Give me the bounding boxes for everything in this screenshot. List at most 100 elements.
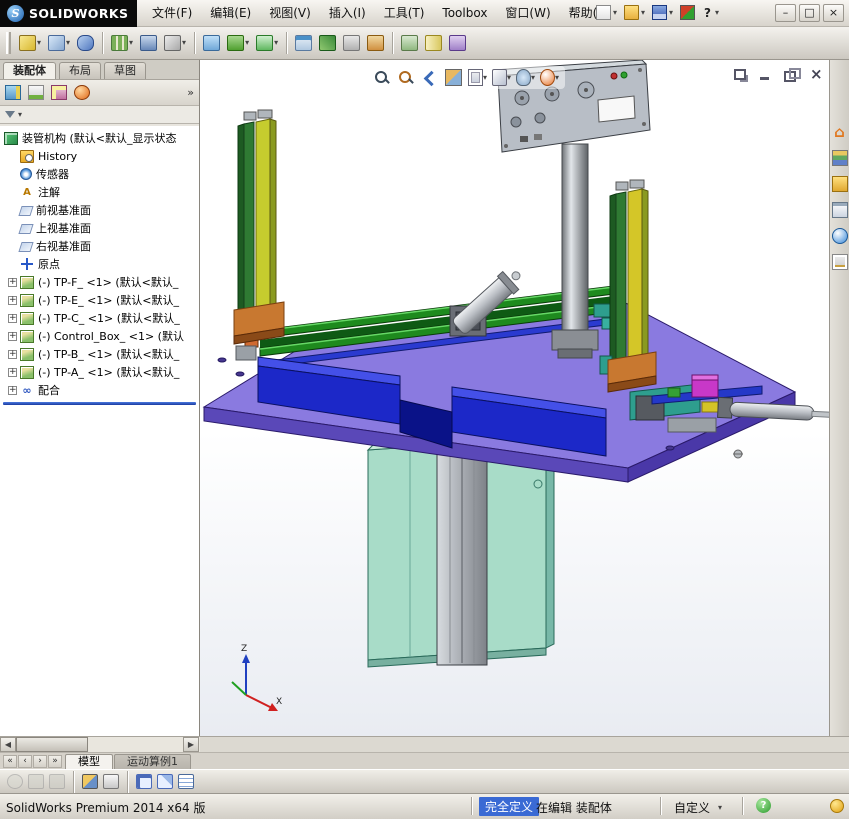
clearance-verification-button[interactable]: [399, 33, 420, 53]
first-tab-button[interactable]: «: [3, 755, 17, 768]
edit-component-button[interactable]: ▾: [17, 33, 43, 53]
mate-button[interactable]: [75, 33, 96, 53]
menu-edit[interactable]: 编辑(E): [201, 0, 260, 26]
evaluate-table-icon[interactable]: [178, 774, 194, 789]
bill-of-materials-button[interactable]: [293, 33, 314, 53]
scrollbar-thumb[interactable]: [16, 737, 88, 752]
tab-sketch[interactable]: 草图: [104, 62, 146, 79]
open-document-button[interactable]: ▾: [622, 3, 647, 22]
show-hidden-components-button[interactable]: [201, 33, 222, 53]
tree-item-tp-b[interactable]: + (-) TP-B_ <1> (默认<默认_: [0, 345, 199, 363]
left-tower-part[interactable]: [233, 109, 285, 345]
graphics-area[interactable]: Z X ▾ ▾ ▾ ▾: [200, 60, 829, 736]
panel-overflow-button[interactable]: »: [187, 86, 194, 99]
expand-icon[interactable]: +: [8, 331, 17, 341]
design-library-icon[interactable]: [831, 150, 848, 166]
move-component-button[interactable]: ▾: [162, 33, 188, 53]
linear-component-pattern-button[interactable]: ▾: [109, 33, 135, 53]
displaymanager-icon[interactable]: [74, 85, 90, 100]
tree-item-control-box[interactable]: + (-) Control_Box_ <1> (默认: [0, 327, 199, 345]
exploded-view-button[interactable]: [317, 33, 338, 53]
expand-icon[interactable]: +: [8, 295, 17, 305]
insert-components-button[interactable]: ▾: [46, 33, 72, 53]
tab-assembly[interactable]: 装配体: [3, 62, 56, 79]
tree-item-top-plane[interactable]: 上视基准面: [0, 219, 199, 237]
tab-layout[interactable]: 布局: [59, 62, 101, 79]
smart-fasteners-button[interactable]: [138, 33, 159, 53]
restore-document-button[interactable]: [782, 67, 801, 82]
section-view-icon[interactable]: [82, 774, 98, 789]
explode-line-sketch-button[interactable]: [341, 33, 362, 53]
appearances-scenes-icon[interactable]: [831, 228, 848, 244]
save-button[interactable]: ▾: [650, 3, 675, 22]
expand-icon[interactable]: +: [8, 385, 17, 395]
previous-tab-button[interactable]: ‹: [18, 755, 32, 768]
menu-insert[interactable]: 插入(I): [320, 0, 375, 26]
tree-item-tp-a[interactable]: + (-) TP-A_ <1> (默认<默认_: [0, 363, 199, 381]
tree-item-mates[interactable]: + 配合: [0, 381, 199, 399]
menu-toolbox[interactable]: Toolbox: [433, 0, 496, 26]
right-tower-part[interactable]: [599, 179, 657, 393]
menu-tools[interactable]: 工具(T): [375, 0, 434, 26]
assembly-model[interactable]: Z X: [200, 60, 829, 736]
new-motion-study-button[interactable]: ▾: [254, 33, 280, 53]
sketch-icon[interactable]: [136, 774, 152, 789]
quick-tips-help-icon[interactable]: ?: [756, 798, 771, 813]
rebuild-icon[interactable]: [7, 774, 23, 789]
3d-contentcentral-button[interactable]: [678, 3, 697, 22]
file-explorer-icon[interactable]: [831, 176, 848, 192]
featuremanager-tree-icon[interactable]: [5, 85, 21, 100]
menu-file[interactable]: 文件(F): [143, 0, 201, 26]
maximize-button[interactable]: □: [799, 4, 820, 22]
tab-motion-study-1[interactable]: 运动算例1: [114, 754, 191, 769]
tree-item-root[interactable]: 装管机构 (默认<默认_显示状态: [0, 129, 199, 147]
expand-icon[interactable]: +: [8, 277, 17, 287]
rollback-bar[interactable]: [3, 402, 196, 405]
zoom-to-area-button[interactable]: [396, 68, 415, 87]
tree-item-tp-f[interactable]: + (-) TP-F_ <1> (默认<默认_: [0, 273, 199, 291]
measure-button[interactable]: [423, 33, 444, 53]
expand-icon[interactable]: +: [8, 367, 17, 377]
tree-item-origin[interactable]: 原点: [0, 255, 199, 273]
zoom-to-fit-button[interactable]: [372, 68, 391, 87]
tree-item-history[interactable]: History: [0, 147, 199, 165]
base-column-part[interactable]: [436, 447, 488, 666]
tree-item-sensors[interactable]: 传感器: [0, 165, 199, 183]
deactivate-icon[interactable]: [49, 774, 65, 789]
view-orientation-button[interactable]: ▾: [468, 68, 487, 87]
help-button[interactable]: ? ▾: [700, 4, 721, 22]
next-tab-button[interactable]: ›: [33, 755, 47, 768]
expand-icon[interactable]: +: [8, 313, 17, 323]
assembly-features-button[interactable]: ▾: [225, 33, 251, 53]
customize-menu[interactable]: 自定义 ▾: [674, 799, 722, 816]
mass-properties-button[interactable]: [447, 33, 468, 53]
interference-detection-button[interactable]: [365, 33, 386, 53]
edit-appearance-button[interactable]: ▾: [540, 68, 559, 87]
reference-triad-icon[interactable]: [157, 774, 173, 789]
tree-item-right-plane[interactable]: 右视基准面: [0, 237, 199, 255]
toolbar-grip[interactable]: [6, 32, 11, 54]
configurationmanager-icon[interactable]: [51, 85, 67, 100]
tree-item-annotations[interactable]: 注解: [0, 183, 199, 201]
menu-view[interactable]: 视图(V): [260, 0, 320, 26]
close-button[interactable]: ×: [823, 4, 844, 22]
last-tab-button[interactable]: »: [48, 755, 62, 768]
chevron-down-icon[interactable]: ▾: [18, 110, 22, 119]
hide-show-items-button[interactable]: ▾: [516, 68, 535, 87]
tree-item-tp-e[interactable]: + (-) TP-E_ <1> (默认<默认_: [0, 291, 199, 309]
tree-item-tp-c[interactable]: + (-) TP-C_ <1> (默认<默认_: [0, 309, 199, 327]
tab-model[interactable]: 模型: [65, 754, 113, 769]
scroll-right-button[interactable]: ▶: [183, 737, 199, 752]
propertymanager-icon[interactable]: [28, 85, 44, 100]
minimize-document-button[interactable]: [757, 67, 775, 82]
expand-icon[interactable]: +: [8, 349, 17, 359]
previous-view-button[interactable]: [420, 68, 439, 87]
visual-properties-icon[interactable]: [28, 774, 44, 789]
minimize-button[interactable]: –: [775, 4, 796, 22]
tree-item-front-plane[interactable]: 前视基准面: [0, 201, 199, 219]
view-palette-icon[interactable]: [831, 202, 848, 218]
isolate-icon[interactable]: [103, 774, 119, 789]
display-style-button[interactable]: ▾: [492, 68, 511, 87]
panel-horizontal-scrollbar[interactable]: ◀ ▶: [0, 737, 200, 753]
close-document-button[interactable]: [807, 65, 825, 83]
